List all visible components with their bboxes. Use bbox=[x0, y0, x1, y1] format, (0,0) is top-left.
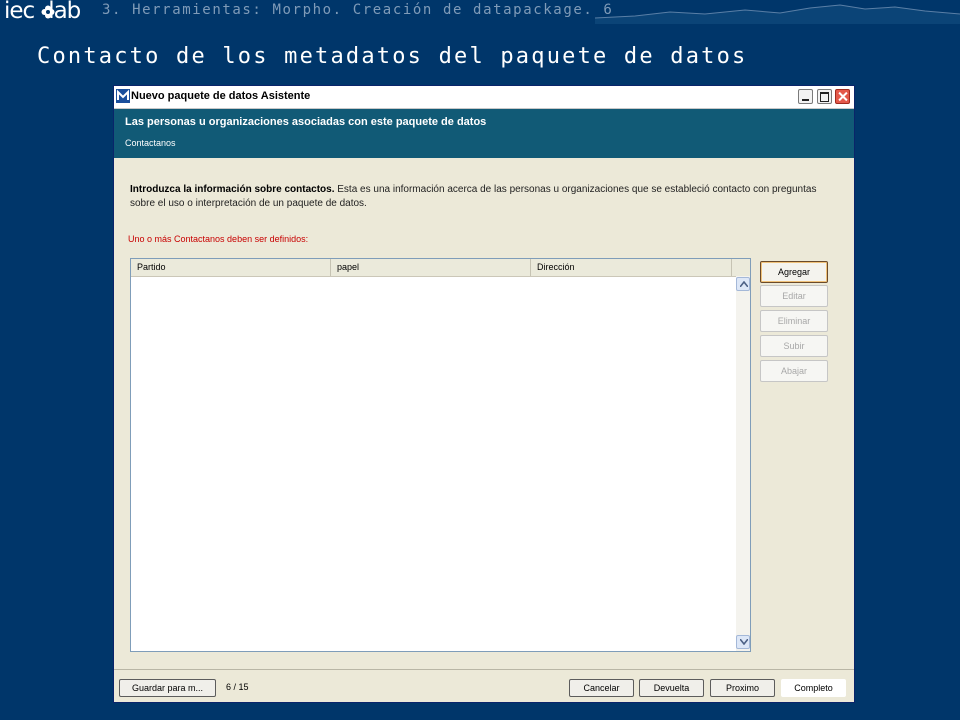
mountain-silhouette bbox=[595, 4, 960, 24]
cancel-button[interactable]: Cancelar bbox=[569, 679, 634, 697]
back-button[interactable]: Devuelta bbox=[639, 679, 704, 697]
close-button[interactable] bbox=[835, 89, 850, 104]
scroll-down-button[interactable] bbox=[736, 635, 750, 649]
table-header: Partido papel Dirección bbox=[131, 259, 750, 277]
column-header-partido[interactable]: Partido bbox=[131, 259, 331, 276]
subir-button[interactable]: Subir bbox=[760, 335, 828, 357]
column-header-direccion[interactable]: Dirección bbox=[531, 259, 732, 276]
save-for-later-button[interactable]: Guardar para m... bbox=[119, 679, 216, 697]
step-title: Las personas u organizaciones asociadas … bbox=[125, 116, 487, 128]
agregar-button[interactable]: Agregar bbox=[760, 261, 828, 283]
column-header-papel[interactable]: papel bbox=[331, 259, 531, 276]
slide-title: Contacto de los metadatos del paquete de… bbox=[37, 44, 748, 69]
wizard-banner: Las personas u organizaciones asociadas … bbox=[114, 109, 854, 158]
window-title: Nuevo paquete de datos Asistente bbox=[131, 90, 311, 102]
page-counter: 6 / 15 bbox=[226, 682, 249, 692]
iecolab-logo: iec lab bbox=[4, 0, 94, 24]
step-subtitle: Contactanos bbox=[125, 138, 176, 148]
eliminar-button[interactable]: Eliminar bbox=[760, 310, 828, 332]
arrow-up-icon bbox=[740, 281, 748, 287]
window-titlebar[interactable]: Nuevo paquete de datos Asistente bbox=[114, 86, 854, 109]
intro-text: Introduzca la información sobre contacto… bbox=[130, 183, 840, 211]
table-scrollbar[interactable] bbox=[736, 276, 750, 651]
footer-divider bbox=[114, 669, 854, 670]
arrow-down-icon bbox=[740, 639, 748, 645]
contacts-table[interactable]: Partido papel Dirección bbox=[130, 258, 751, 652]
editar-button[interactable]: Editar bbox=[760, 285, 828, 307]
scroll-up-button[interactable] bbox=[736, 277, 750, 291]
intro-bold: Introduzca la información sobre contacto… bbox=[130, 184, 335, 195]
validation-warning: Uno o más Contactanos deben ser definido… bbox=[128, 234, 309, 244]
finish-button[interactable]: Completo bbox=[781, 679, 846, 697]
next-button[interactable]: Proximo bbox=[710, 679, 775, 697]
abajar-button[interactable]: Abajar bbox=[760, 360, 828, 382]
logo-flower-icon bbox=[41, 5, 55, 19]
maximize-button[interactable] bbox=[817, 89, 832, 104]
metadata-app-icon bbox=[116, 89, 130, 103]
wizard-window: Nuevo paquete de datos Asistente Las per… bbox=[113, 85, 855, 703]
minimize-button[interactable] bbox=[798, 89, 813, 104]
breadcrumb: 3. Herramientas: Morpho. Creación de dat… bbox=[102, 2, 614, 18]
